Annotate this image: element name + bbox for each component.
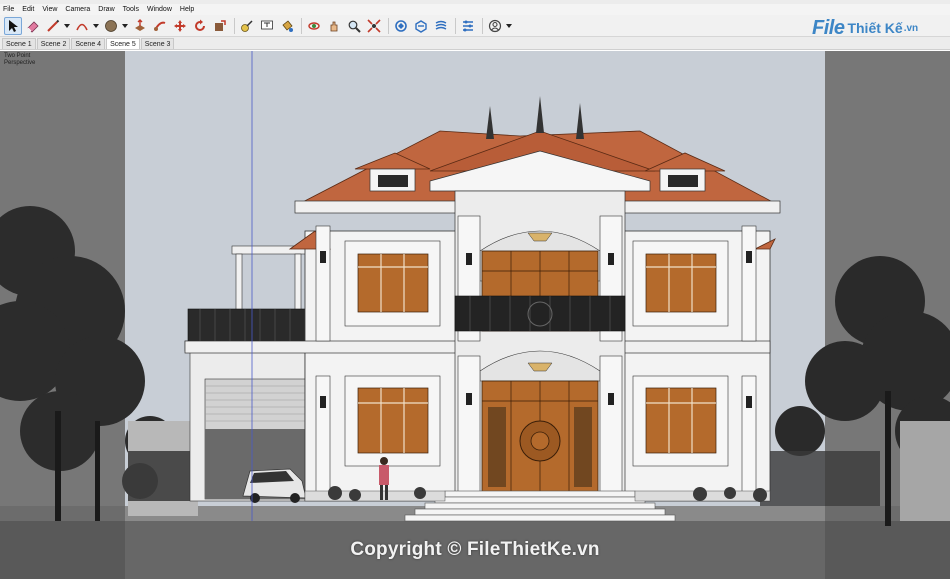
tape-measure-icon [241, 19, 253, 32]
select-arrow-icon [9, 19, 18, 32]
push-pull-button[interactable] [131, 17, 149, 35]
arc-icon [76, 23, 88, 30]
scene-tabs: Scene 1 Scene 2 Scene 4 Scene 5 Scene 3 [0, 37, 950, 50]
orbit-icon [308, 21, 320, 30]
scale-icon [215, 19, 226, 31]
scene-tab-4[interactable]: Scene 4 [71, 38, 106, 49]
eraser-tool-button[interactable] [24, 17, 42, 35]
text-label-icon [261, 20, 273, 29]
menu-draw[interactable]: Draw [98, 4, 114, 15]
warehouse-button[interactable] [392, 17, 410, 35]
copyright-watermark: Copyright © FileThietKe.vn [0, 535, 950, 565]
shape-circle-icon [105, 19, 117, 32]
line-tool-button[interactable] [44, 17, 62, 35]
logo-brand-text: Thiết Kế [847, 20, 903, 36]
scene-tab-5[interactable]: Scene 5 [106, 38, 140, 49]
villa-render [0, 51, 950, 579]
toolbar-separator [482, 17, 483, 34]
toolbar-separator [234, 17, 235, 34]
follow-me-icon [154, 21, 166, 31]
arc-tool-button[interactable] [73, 17, 91, 35]
text-button[interactable] [258, 17, 276, 35]
front-steps [404, 490, 676, 522]
paint-bucket-button[interactable] [278, 17, 296, 35]
toolbar-separator [388, 17, 389, 34]
scene-tab-3[interactable]: Scene 3 [140, 38, 175, 49]
main-toolbar [0, 15, 950, 37]
zoom-extents-button[interactable] [365, 17, 383, 35]
zoom-icon [348, 20, 361, 33]
chevron-down-icon [93, 23, 99, 28]
layout-button[interactable] [432, 17, 450, 35]
toolbar-separator [455, 17, 456, 34]
tape-measure-button[interactable] [238, 17, 256, 35]
follow-me-button[interactable] [151, 17, 169, 35]
extension-manager-button[interactable] [459, 17, 477, 35]
extension-manager-icon [463, 20, 473, 31]
menu-bar: File Edit View Camera Draw Tools Window … [0, 4, 950, 15]
account-button[interactable] [486, 17, 504, 35]
pan-button[interactable] [325, 17, 343, 35]
chevron-down-icon [506, 23, 512, 28]
rotate-icon [195, 19, 205, 31]
orbit-button[interactable] [305, 17, 323, 35]
menu-edit[interactable]: Edit [22, 4, 34, 15]
logo-domain-text: .vn [903, 22, 919, 34]
chevron-down-icon [122, 23, 128, 28]
model-viewport[interactable]: Two Point Perspective [0, 51, 950, 579]
camera-type-label: Perspective [4, 60, 36, 66]
shape-tool-dropdown[interactable] [122, 17, 128, 35]
sketchup-window: File Edit View Camera Draw Tools Window … [0, 0, 950, 579]
layout-icon [435, 20, 447, 30]
chevron-down-icon [64, 23, 70, 28]
paint-bucket-icon [282, 19, 293, 32]
menu-help[interactable]: Help [180, 4, 194, 15]
move-icon [174, 19, 186, 32]
scene-tab-1[interactable]: Scene 1 [2, 38, 36, 49]
menu-window[interactable]: Window [147, 4, 172, 15]
shape-tool-button[interactable] [102, 17, 120, 35]
eraser-icon [27, 20, 39, 33]
menu-file[interactable]: File [3, 4, 14, 15]
menu-camera[interactable]: Camera [65, 4, 90, 15]
copyright-text: Copyright © FileThietKe.vn [350, 539, 600, 560]
extension-warehouse-icon [415, 19, 427, 33]
select-tool-button[interactable] [4, 16, 22, 35]
camera-type-label: Two Point [4, 53, 31, 59]
zoom-button[interactable] [345, 17, 363, 35]
move-button[interactable] [171, 17, 189, 35]
menu-tools[interactable]: Tools [123, 4, 139, 15]
account-icon [488, 19, 502, 32]
arc-tool-dropdown[interactable] [93, 17, 99, 35]
line-tool-dropdown[interactable] [64, 17, 70, 35]
zoom-extents-icon [367, 18, 381, 33]
rotate-button[interactable] [191, 17, 209, 35]
extension-warehouse-button[interactable] [412, 17, 430, 35]
warehouse-icon [395, 19, 407, 32]
menu-view[interactable]: View [42, 4, 57, 15]
pencil-line-icon [47, 19, 60, 32]
push-pull-icon [135, 18, 145, 31]
pan-icon [330, 21, 338, 31]
toolbar-separator [301, 17, 302, 34]
scene-tab-2[interactable]: Scene 2 [36, 38, 71, 49]
account-dropdown[interactable] [506, 17, 512, 35]
scale-button[interactable] [211, 17, 229, 35]
